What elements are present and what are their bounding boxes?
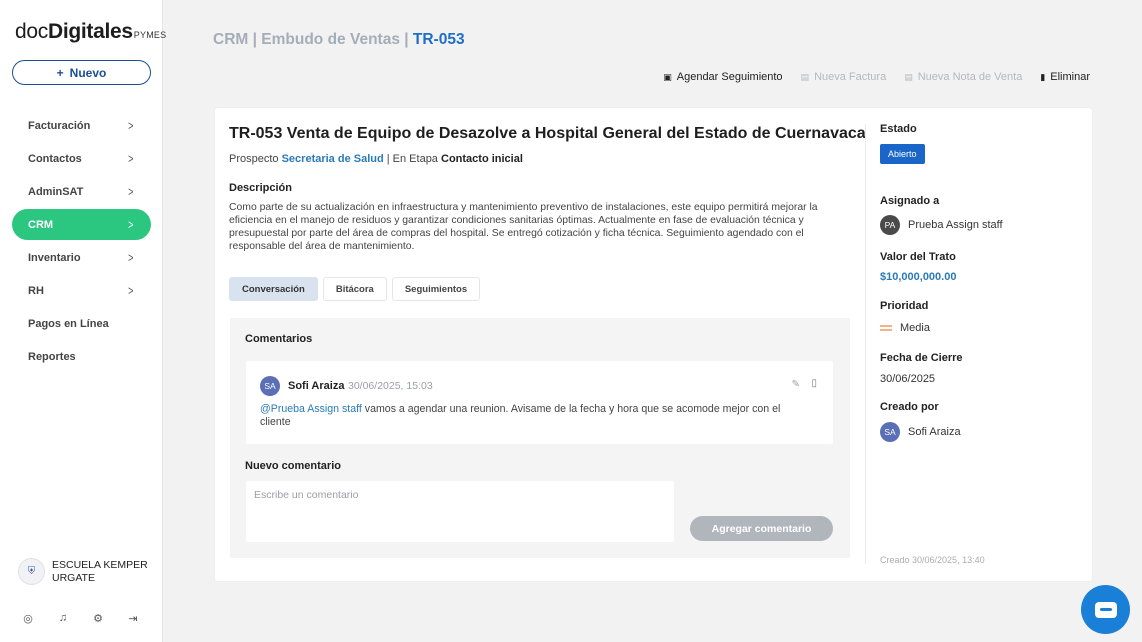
sidebar-item-reportes[interactable]: Reportes xyxy=(12,341,151,372)
new-sale-note-button[interactable]: ▤ Nueva Nota de Venta xyxy=(904,71,1022,83)
comment-card: SA Sofi Araiza 30/06/2025, 15:03 ✎ ▯ @Pr… xyxy=(246,361,833,444)
sidebar-item-rh[interactable]: RH > xyxy=(12,275,151,306)
tab-bar: Conversación Bitácora Seguimientos xyxy=(229,277,481,301)
chat-support-button[interactable] xyxy=(1081,585,1130,634)
comment-date: 30/06/2025, 15:03 xyxy=(348,380,433,392)
gear-icon[interactable]: ⚙ xyxy=(92,612,104,625)
breadcrumb-current: TR-053 xyxy=(412,31,465,48)
trash-icon: ▮ xyxy=(1040,71,1046,82)
comment-author: Sofi Araiza xyxy=(288,380,345,392)
status-label: Estado xyxy=(880,123,917,135)
description-text: Como parte de su actualización en infrae… xyxy=(229,202,818,252)
prospect-link[interactable]: Secretaria de Salud xyxy=(282,153,384,165)
assigned-label: Asignado a xyxy=(880,195,940,207)
description-label: Descripción xyxy=(229,182,292,194)
school-logo-icon: ⛨ xyxy=(18,558,45,585)
close-date: 30/06/2025 xyxy=(880,373,936,385)
document-icon: ▤ xyxy=(904,71,913,82)
logout-icon[interactable]: ⇥ xyxy=(127,612,139,625)
sidebar: docDigitalesPYMES + Nuevo Facturación > … xyxy=(0,0,166,642)
sidebar-item-facturacion[interactable]: Facturación > xyxy=(12,110,151,141)
edit-pencil-icon[interactable]: ✎ xyxy=(792,379,800,390)
deal-stage: Contacto inicial xyxy=(441,153,523,165)
comments-title: Comentarios xyxy=(245,333,313,345)
deal-value-label: Valor del Trato xyxy=(880,251,956,263)
add-comment-button[interactable]: Agregar comentario xyxy=(690,516,833,541)
header-actions: ▣ Agendar Seguimiento ▤ Nueva Factura ▤ … xyxy=(663,71,1090,83)
chevron-right-icon: > xyxy=(128,118,134,133)
sidebar-item-inventario[interactable]: Inventario > xyxy=(12,242,151,273)
breadcrumb-funnel[interactable]: Embudo de Ventas xyxy=(261,31,400,48)
tab-bitacora[interactable]: Bitácora xyxy=(322,277,387,301)
sidebar-item-pagos-en-linea[interactable]: Pagos en Línea xyxy=(12,308,151,339)
delete-button[interactable]: ▮ Eliminar xyxy=(1040,71,1090,83)
tab-seguimientos[interactable]: Seguimientos xyxy=(391,277,481,301)
status-badge[interactable]: Abierto xyxy=(880,144,925,164)
user-circle-icon[interactable]: ◎ xyxy=(22,612,34,625)
sidebar-item-contactos[interactable]: Contactos > xyxy=(12,143,151,174)
created-timestamp: Creado 30/06/2025, 13:40 xyxy=(880,555,985,565)
invoice-icon: ▤ xyxy=(800,71,810,82)
created-by-label: Creado por xyxy=(880,401,939,413)
deal-value: $10,000,000.00 xyxy=(880,271,957,283)
trash-icon[interactable]: ▯ xyxy=(811,378,817,389)
deal-title: TR-053 Venta de Equipo de Desazolve a Ho… xyxy=(229,125,866,142)
sidebar-item-crm[interactable]: CRM > xyxy=(12,209,151,240)
bell-icon[interactable]: ♫ xyxy=(57,612,69,624)
chevron-right-icon: > xyxy=(128,184,134,199)
chevron-right-icon: > xyxy=(128,250,134,265)
comment-mention[interactable]: @Prueba Assign staff xyxy=(260,403,362,415)
priority-medium-icon xyxy=(880,325,892,331)
tab-conversacion[interactable]: Conversación xyxy=(229,277,318,301)
sidebar-bottom-icons: ◎ ♫ ⚙ ⇥ xyxy=(22,612,139,625)
avatar: PA xyxy=(880,215,900,235)
schedule-followup-button[interactable]: ▣ Agendar Seguimiento xyxy=(663,71,782,83)
sidebar-item-adminsat[interactable]: AdminSAT > xyxy=(12,176,151,207)
app-logo[interactable]: docDigitalesPYMES xyxy=(15,20,166,44)
column-divider xyxy=(865,124,866,564)
chevron-right-icon: > xyxy=(128,217,134,232)
school-switcher[interactable]: ⛨ ESCUELA KEMPER URGATE xyxy=(18,558,152,585)
new-invoice-button[interactable]: ▤ Nueva Factura xyxy=(801,71,887,83)
priority-label: Prioridad xyxy=(880,300,929,312)
priority-value: Media xyxy=(880,322,930,334)
avatar: SA xyxy=(880,422,900,442)
school-name: ESCUELA KEMPER URGATE xyxy=(52,558,148,584)
comment-text: @Prueba Assign staff vamos a agendar una… xyxy=(260,403,781,428)
new-comment-input[interactable] xyxy=(246,481,674,542)
plus-icon: + xyxy=(56,65,64,80)
chevron-right-icon: > xyxy=(128,151,134,166)
new-comment-label: Nuevo comentario xyxy=(245,460,341,472)
assigned-user: PA Prueba Assign staff xyxy=(880,215,1003,235)
sidebar-nav: Facturación > Contactos > AdminSAT > CRM… xyxy=(12,110,151,374)
close-date-label: Fecha de Cierre xyxy=(880,352,963,364)
deal-prospect-line: Prospecto Secretaria de Salud | En Etapa… xyxy=(229,153,523,165)
breadcrumb-crm[interactable]: CRM xyxy=(213,31,248,48)
calendar-icon: ▣ xyxy=(663,71,672,82)
comments-panel: Comentarios SA Sofi Araiza 30/06/2025, 1… xyxy=(230,318,850,558)
chat-bubble-icon xyxy=(1094,601,1117,618)
avatar: SA xyxy=(260,376,280,396)
created-by-user: SA Sofi Araiza xyxy=(880,422,961,442)
chevron-right-icon: > xyxy=(128,283,134,298)
new-button[interactable]: + Nuevo xyxy=(12,60,151,85)
deal-card: TR-053 Venta de Equipo de Desazolve a Ho… xyxy=(215,108,1092,581)
breadcrumb: CRM | Embudo de Ventas | TR-053 xyxy=(213,31,465,48)
